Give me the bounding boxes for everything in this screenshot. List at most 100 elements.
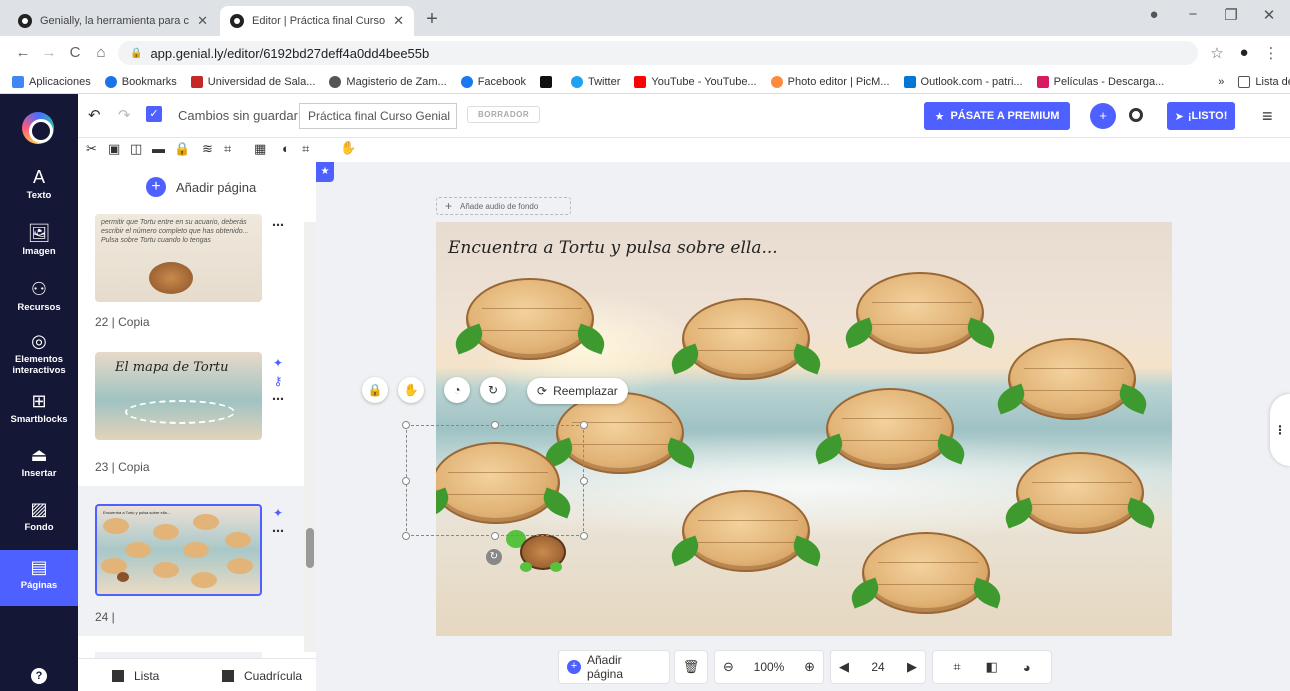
wooden-shell[interactable] [682, 298, 810, 380]
zoom-in-icon[interactable]: ⊕ [804, 659, 815, 675]
sidebar-item-smartblocks[interactable]: ⊞ Smartblocks [0, 390, 78, 444]
back-icon[interactable]: ← [14, 44, 32, 61]
more-options-icon[interactable]: ⋯ [272, 524, 284, 538]
restore-button[interactable]: ❐ [1218, 6, 1244, 24]
resize-handle[interactable] [402, 477, 410, 485]
crop-icon[interactable]: ⌗ [302, 141, 309, 157]
preview-eye-icon[interactable] [1129, 108, 1143, 122]
sidebar-item-insertar[interactable]: ⏏ Insertar [0, 444, 78, 498]
view-list-tab[interactable]: Lista [112, 669, 159, 683]
sidebar-item-imagen[interactable]: 🖼 Imagen [0, 222, 78, 276]
wooden-shell[interactable] [1008, 338, 1136, 420]
copy-icon[interactable]: ▣ [108, 141, 120, 157]
view-grid-tab[interactable]: Cuadrícula [222, 669, 302, 683]
more-options-icon[interactable]: ⋯ [272, 392, 284, 406]
resize-handle[interactable] [402, 421, 410, 429]
wooden-shell[interactable] [856, 272, 984, 354]
group-icon[interactable]: ⌗ [224, 141, 231, 157]
url-field[interactable]: 🔒 app.genial.ly/editor/6192bd27deff4a0dd… [118, 41, 1198, 65]
star-icon[interactable]: ☆ [1208, 44, 1226, 62]
bookmark-magisterio[interactable]: Magisterio de Zam... [329, 75, 447, 88]
bookmark-youtube[interactable]: YouTube - YouTube... [634, 75, 757, 88]
delete-icon[interactable]: ▬ [152, 141, 165, 156]
wooden-shell[interactable] [1016, 452, 1144, 534]
delete-page-button[interactable]: 🗑 [674, 650, 708, 684]
genially-logo[interactable] [22, 112, 54, 144]
page-thumbnail-selected[interactable]: Encuentra a Tortu y pulsa sobre ella... [95, 504, 262, 596]
slide-title[interactable]: Encuentra a Tortu y pulsa sobre ella... [448, 238, 778, 258]
magic-icon[interactable]: ✦ [273, 506, 283, 520]
resize-handle[interactable] [580, 477, 588, 485]
sidebar-item-recursos[interactable]: ⚇ Recursos [0, 278, 78, 332]
pages-scrollbar[interactable] [304, 222, 316, 652]
right-panel-handle[interactable]: ⋮ [1270, 394, 1290, 466]
interactivity-hand-icon[interactable]: ✋ [398, 377, 424, 403]
close-window-button[interactable]: ✕ [1256, 6, 1282, 24]
key-icon[interactable]: ⚷ [274, 374, 283, 388]
resize-handle[interactable] [402, 532, 410, 540]
prev-page-icon[interactable]: ◀ [839, 659, 849, 675]
animation-icon[interactable]: ◔ [444, 377, 470, 403]
profile-icon[interactable]: ● [1141, 6, 1167, 23]
project-title-field[interactable]: Práctica final Curso Genial [299, 103, 457, 129]
more-bookmarks[interactable]: » [1218, 76, 1224, 88]
redo-icon[interactable]: ↷ [118, 106, 131, 124]
wooden-shell[interactable] [466, 278, 594, 360]
pin-icon[interactable]: ★ [316, 162, 334, 182]
close-tab-icon[interactable]: ✕ [197, 13, 208, 29]
grid-guides-icon[interactable]: ⌗ [953, 659, 960, 675]
wooden-shell[interactable] [826, 388, 954, 470]
hamburger-menu-icon[interactable]: ≡ [1262, 106, 1273, 127]
browser-tab-genially[interactable]: Genially, la herramienta para cre ✕ [8, 6, 218, 36]
opacity-icon[interactable]: ◐ [282, 141, 290, 156]
wooden-shell[interactable] [682, 490, 810, 572]
new-tab-button[interactable]: + [420, 8, 444, 32]
forward-icon[interactable]: → [40, 44, 58, 61]
premium-button[interactable]: ★ PÁSATE A PREMIUM [924, 102, 1070, 130]
lock-icon[interactable]: 🔒 [174, 141, 190, 157]
color-palette-icon[interactable]: ◕ [1023, 660, 1031, 675]
menu-dots-icon[interactable]: ⋮ [1262, 44, 1280, 62]
add-page-button[interactable]: + Añadir página [146, 177, 256, 197]
browser-tab-editor[interactable]: Editor | Práctica final Curso Genia ✕ [220, 6, 414, 36]
undo-icon[interactable]: ↶ [88, 106, 101, 124]
bottom-add-page-button[interactable]: + Añadir página [558, 650, 670, 684]
bookmark-unnamed[interactable] [540, 75, 557, 88]
layers-icon[interactable]: ≋ [202, 141, 213, 157]
magic-icon[interactable]: ✦ [273, 356, 283, 370]
bookmark-universidad[interactable]: Universidad de Sala... [190, 75, 315, 88]
resize-handle[interactable] [491, 532, 499, 540]
page-thumbnail[interactable]: permitir que Tortu entre en su acuario, … [95, 214, 262, 302]
transparency-icon[interactable]: ▦ [254, 141, 266, 157]
more-options-icon[interactable]: ⋯ [272, 218, 284, 232]
scrollbar-thumb[interactable] [306, 528, 314, 568]
lock-icon[interactable]: 🔒 [362, 377, 388, 403]
bookmark-photo-editor[interactable]: Photo editor | PicM... [770, 75, 890, 88]
add-collaborator-icon[interactable]: + [1090, 103, 1116, 129]
bookmark-apps[interactable]: Aplicaciones [12, 75, 91, 88]
close-tab-icon[interactable]: ✕ [393, 13, 404, 29]
minimize-button[interactable]: − [1180, 6, 1206, 23]
resize-handle[interactable] [491, 421, 499, 429]
add-background-audio-button[interactable]: + Añade audio de fondo [436, 197, 571, 215]
rotate-handle-icon[interactable]: ↻ [486, 549, 502, 565]
replace-button[interactable]: ⟳ Reemplazar [527, 378, 628, 404]
reload-icon[interactable]: C [66, 44, 84, 61]
sidebar-item-texto[interactable]: A Texto [0, 166, 78, 220]
avatar[interactable]: ● [1235, 44, 1253, 61]
next-page-icon[interactable]: ▶ [907, 659, 917, 675]
cut-icon[interactable]: ✂ [86, 141, 97, 157]
rotate-icon[interactable]: ↻ [480, 377, 506, 403]
bookmark-peliculas[interactable]: Películas - Descarga... [1036, 75, 1164, 88]
selection-box[interactable] [402, 421, 588, 540]
hand-icon[interactable]: ✋ [340, 140, 356, 156]
wooden-shell[interactable] [862, 532, 990, 614]
resize-handle[interactable] [580, 532, 588, 540]
zoom-out-icon[interactable]: ⊖ [723, 659, 734, 675]
paste-icon[interactable]: ◫ [130, 141, 142, 157]
done-button[interactable]: ➤ ¡LISTO! [1167, 102, 1235, 130]
sidebar-item-elementos-interactivos[interactable]: ◎ Elementos interactivos [0, 330, 78, 390]
help-button[interactable]: ? [31, 668, 47, 684]
sidebar-item-fondo[interactable]: ▨ Fondo [0, 498, 78, 552]
reading-list[interactable]: Lista de lectura [1238, 75, 1290, 88]
